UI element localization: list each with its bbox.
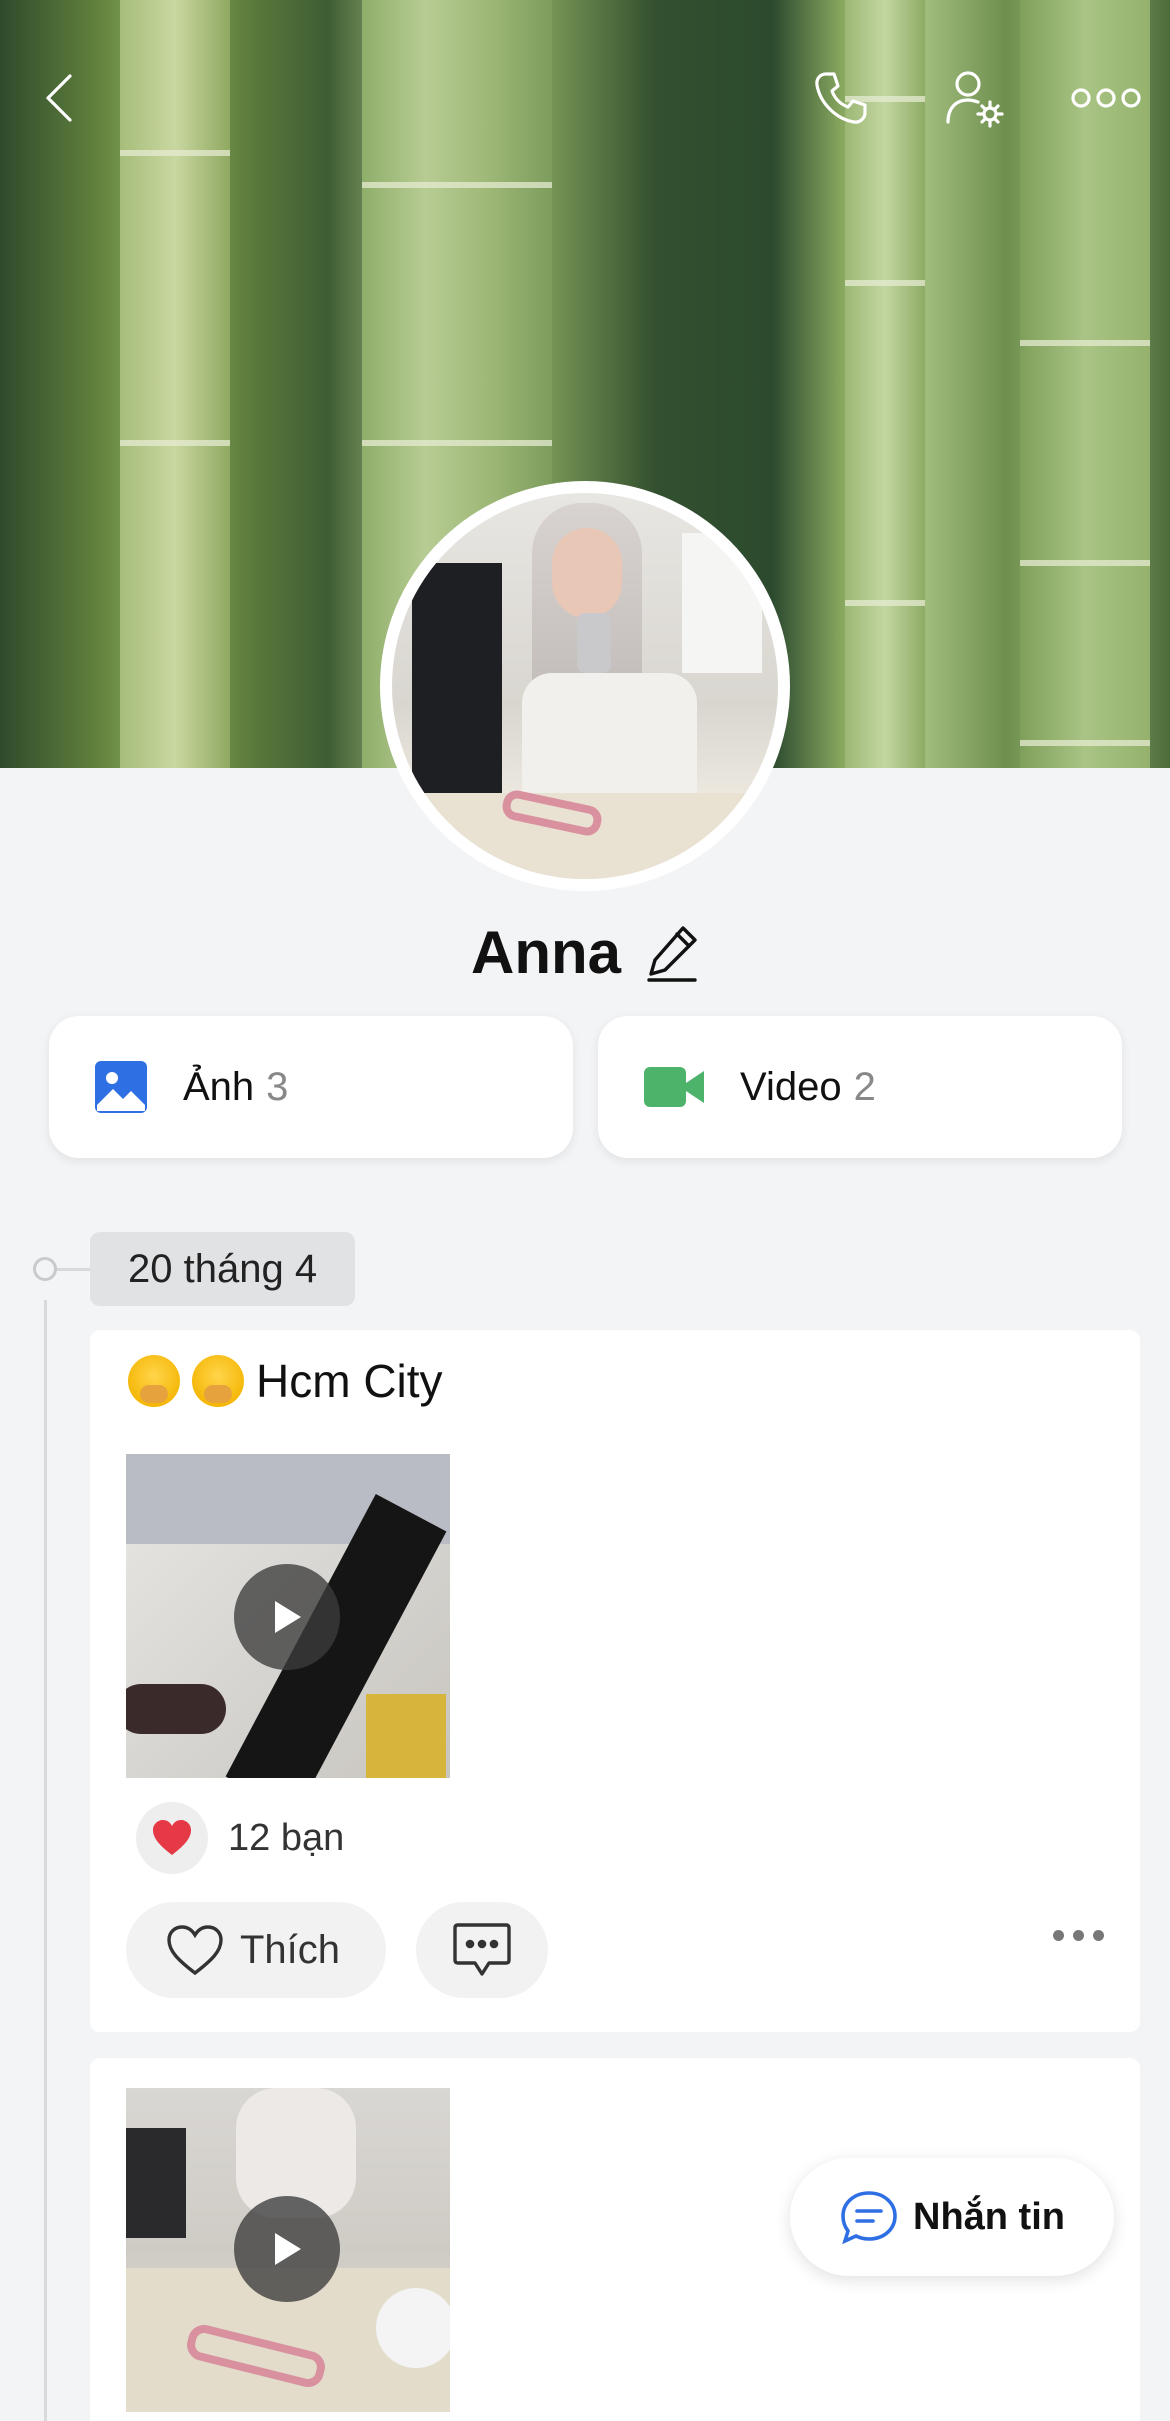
- date-chip: 20 tháng 4: [90, 1232, 356, 1306]
- photos-count: 3: [266, 1064, 289, 1109]
- play-icon: [275, 1601, 301, 1633]
- back-button[interactable]: [20, 58, 100, 138]
- videos-card[interactable]: Video 2: [598, 1016, 1122, 1158]
- photos-card[interactable]: Ảnh 3: [49, 1016, 573, 1158]
- heart-icon: [153, 1820, 191, 1855]
- send-message-button[interactable]: Nhắn tin: [790, 2158, 1114, 2276]
- video-icon: [644, 1067, 704, 1107]
- timeline-dot: [33, 1257, 57, 1281]
- post-caption-row: Hcm City: [128, 1354, 443, 1408]
- avatar-photo: [392, 493, 778, 879]
- hand-over-mouth-emoji: [192, 1355, 244, 1407]
- video-thumbnail[interactable]: [126, 2088, 450, 2412]
- profile-name: Anna: [471, 919, 621, 986]
- comment-button[interactable]: [416, 1902, 548, 1998]
- play-button[interactable]: [234, 2196, 340, 2302]
- profile-settings-button[interactable]: [934, 58, 1014, 138]
- avatar[interactable]: [380, 481, 790, 891]
- reactions-summary[interactable]: 12 bạn: [136, 1802, 344, 1874]
- post-card[interactable]: Hcm City 12 bạn Thích: [90, 1330, 1140, 2032]
- timeline-connector: [57, 1268, 90, 1271]
- video-thumbnail[interactable]: [126, 1454, 450, 1778]
- photos-label: Ảnh: [183, 1064, 255, 1109]
- call-button[interactable]: [800, 58, 880, 138]
- videos-label: Video: [740, 1064, 842, 1109]
- edit-pencil-icon[interactable]: [645, 924, 699, 982]
- heart-reaction: [136, 1802, 208, 1874]
- hand-over-mouth-emoji: [128, 1355, 180, 1407]
- phone-icon: [815, 72, 867, 124]
- chevron-left-icon: [46, 74, 72, 122]
- post-caption: Hcm City: [256, 1355, 443, 1407]
- more-horizontal-icon: [1071, 88, 1141, 108]
- send-message-label: Nhắn tin: [913, 2195, 1065, 2238]
- user-settings-icon: [946, 71, 1004, 128]
- play-button[interactable]: [234, 1564, 340, 1670]
- more-options-button[interactable]: [1066, 58, 1146, 138]
- reaction-count: 12 bạn: [228, 1816, 345, 1859]
- profile-name-row: Anna: [0, 918, 1170, 987]
- chat-bubble-icon: [841, 2191, 897, 2245]
- bamboo-stalk: [120, 0, 230, 768]
- timeline-line: [44, 1300, 47, 2421]
- like-button[interactable]: Thích: [126, 1902, 386, 1998]
- image-icon: [95, 1061, 147, 1113]
- comment-icon: [453, 1923, 511, 1976]
- like-label: Thích: [240, 1927, 341, 1972]
- post-more-button[interactable]: [1053, 1930, 1104, 1941]
- play-icon: [275, 2233, 301, 2265]
- videos-count: 2: [853, 1064, 876, 1109]
- heart-outline-icon: [167, 1925, 223, 1976]
